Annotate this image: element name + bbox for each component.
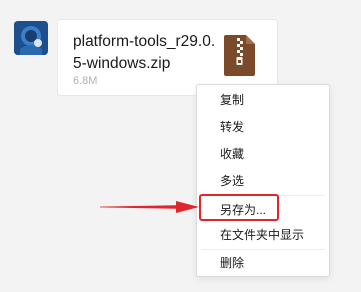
menu-item-favorite[interactable]: 收藏 bbox=[197, 141, 329, 167]
file-name: platform-tools_r29.0.5-windows.zip bbox=[73, 33, 216, 72]
annotation-arrow-icon bbox=[100, 198, 200, 216]
zip-archive-icon bbox=[224, 35, 255, 76]
menu-item-forward[interactable]: 转发 bbox=[197, 114, 329, 140]
file-size: 6.8M bbox=[73, 75, 98, 87]
menu-item-multiselect[interactable]: 多选 bbox=[197, 168, 329, 194]
menu-item-show-in-folder[interactable]: 在文件夹中显示 bbox=[197, 222, 329, 248]
sender-avatar[interactable] bbox=[14, 21, 48, 55]
context-menu: 复制 转发 收藏 多选 另存为... 在文件夹中显示 删除 bbox=[196, 84, 330, 277]
menu-item-delete[interactable]: 删除 bbox=[197, 250, 329, 276]
annotation-highlight-box bbox=[199, 194, 279, 221]
menu-item-copy[interactable]: 复制 bbox=[197, 87, 329, 113]
avatar-image bbox=[14, 21, 48, 55]
